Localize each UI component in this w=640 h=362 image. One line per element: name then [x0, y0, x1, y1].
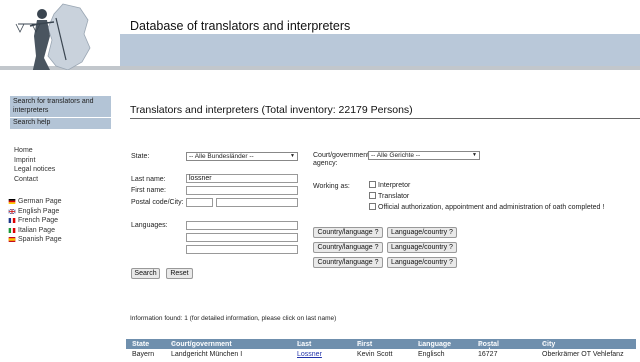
lastname-label: Last name: — [131, 176, 166, 183]
cell-last-name-link[interactable]: Lossner — [297, 351, 322, 358]
legal-notices-link[interactable]: Legal notices — [14, 165, 55, 175]
court-label: Court/government — [313, 152, 370, 159]
page-title: Translators and interpreters (Total inve… — [130, 104, 413, 116]
title-divider — [130, 118, 640, 119]
state-select-value: -- Alle Bundesländer -- — [189, 153, 254, 160]
languages-label: Languages: — [131, 222, 168, 229]
sort-icon: ⇅ — [542, 342, 548, 348]
german-page-label: German Page — [18, 198, 62, 205]
country-language-button-1[interactable]: Country/language ? — [313, 227, 383, 238]
french-page-label: French Page — [18, 217, 59, 224]
italian-page-link[interactable]: Italian Page — [8, 226, 62, 236]
translator-label: Translator — [378, 193, 410, 200]
sidebar-item-search[interactable]: Search for translators and interpreters — [10, 96, 111, 117]
lastname-input[interactable]: lossner — [186, 174, 298, 183]
language-input-2[interactable] — [186, 233, 298, 242]
country-language-button-2[interactable]: Country/language ? — [313, 242, 383, 253]
spanish-flag-icon — [8, 237, 16, 243]
cell-court: Landgericht München I — [171, 351, 243, 358]
city-input[interactable] — [216, 198, 298, 207]
language-links: German Page English Page French Page Ita… — [8, 197, 62, 245]
header-band — [120, 34, 640, 66]
firstname-label: First name: — [131, 187, 167, 194]
spanish-page-link[interactable]: Spanish Page — [8, 235, 62, 245]
interpreter-label: Interpretor — [378, 182, 411, 189]
english-page-label: English Page — [18, 207, 60, 215]
language-country-button-1[interactable]: Language/country ? — [387, 227, 457, 238]
chevron-down-icon: ▼ — [290, 153, 295, 159]
postal-code-input[interactable] — [186, 198, 213, 207]
sort-icon: ⇅ — [478, 342, 484, 348]
working-as-label: Working as: — [313, 183, 350, 190]
sidebar-links: Home Imprint Legal notices Contact — [14, 146, 55, 184]
results-info: Information found: 1 (for detailed infor… — [130, 315, 337, 322]
postal-city-label: Postal code/City: — [131, 199, 184, 206]
firstname-input[interactable] — [186, 186, 298, 195]
cell-postal-code: 16727 — [478, 351, 498, 358]
english-page-link[interactable]: English Page — [8, 207, 62, 217]
german-flag-icon — [8, 199, 16, 205]
imprint-link[interactable]: Imprint — [14, 156, 55, 166]
sort-down-icon: ⇅ — [297, 342, 303, 348]
translator-checkbox[interactable] — [369, 192, 376, 199]
language-input-1[interactable] — [186, 221, 298, 230]
language-country-button-2[interactable]: Language/country ? — [387, 242, 457, 253]
language-country-button-3[interactable]: Language/country ? — [387, 257, 457, 268]
table-row: Bayern Landgericht München I Lossner Kev… — [126, 350, 636, 360]
court-label-line2: agency: — [313, 160, 338, 167]
sort-icon: ⇅ — [418, 342, 424, 348]
italian-flag-icon — [8, 227, 16, 233]
cell-first-name: Kevin Scott — [357, 351, 393, 358]
state-select[interactable]: -- Alle Bundesländer -- ▼ — [186, 152, 298, 161]
uk-flag-icon — [8, 208, 16, 214]
cell-language: Englisch — [418, 351, 445, 358]
official-authorization-checkbox[interactable] — [369, 203, 376, 210]
sort-icon: ⇅ — [357, 342, 363, 348]
official-authorization-label: Official authorization, appointment and … — [378, 204, 605, 211]
app-title: Database of translators and interpreters — [130, 19, 351, 33]
country-language-button-3[interactable]: Country/language ? — [313, 257, 383, 268]
sidebar-item-search-help[interactable]: Search help — [10, 118, 111, 129]
chevron-down-icon: ▼ — [472, 152, 477, 158]
sort-icon: ⇅ — [132, 342, 138, 348]
reset-button[interactable]: Reset — [166, 268, 193, 279]
court-select[interactable]: -- Alle Gerichte -- ▼ — [368, 151, 480, 160]
french-page-link[interactable]: French Page — [8, 216, 62, 226]
search-button[interactable]: Search — [131, 268, 160, 279]
contact-link[interactable]: Contact — [14, 175, 55, 185]
italian-page-label: Italian Page — [18, 226, 55, 234]
language-input-3[interactable] — [186, 245, 298, 254]
sort-icon: ⇅ — [171, 342, 177, 348]
state-label: State: — [131, 153, 150, 160]
home-link[interactable]: Home — [14, 146, 55, 156]
cell-state: Bayern — [132, 351, 155, 358]
german-page-link[interactable]: German Page — [8, 197, 62, 207]
results-table-header: State ⇅ Court/government agency ⇅ Last n… — [126, 339, 636, 355]
court-select-value: -- Alle Gerichte -- — [371, 152, 421, 159]
spanish-page-label: Spanish Page — [18, 236, 62, 243]
french-flag-icon — [8, 218, 16, 224]
interpreter-checkbox[interactable] — [369, 181, 376, 188]
cell-city: Oberkrämer OT Vehlefanz — [542, 351, 624, 358]
